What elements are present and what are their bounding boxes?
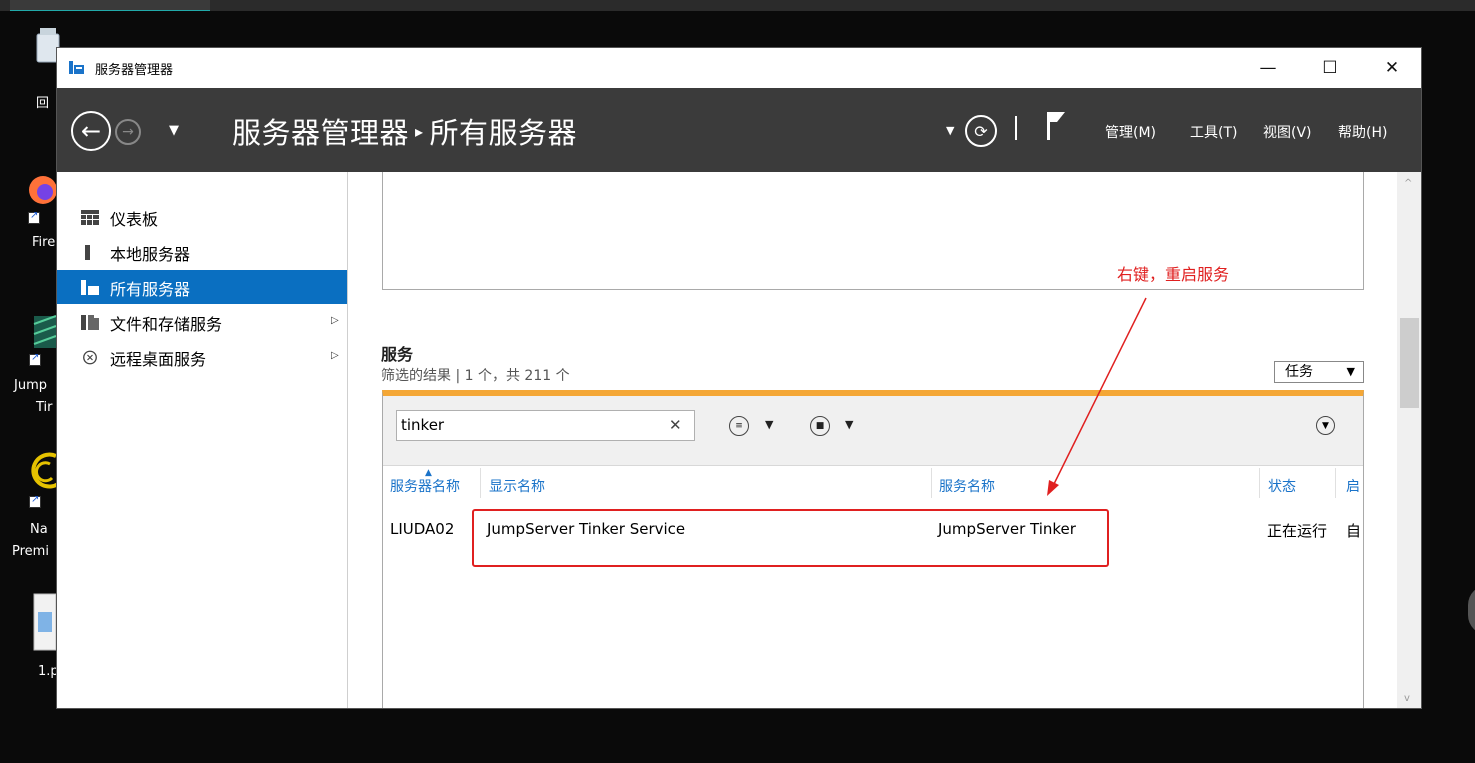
cell-status: 正在运行 <box>1267 522 1328 540</box>
annotation-text: 右键，重启服务 <box>1117 265 1230 284</box>
filter-bar: tinker ✕ ≡ ▼ ■ ▼ ▼ <box>383 396 1363 466</box>
dropdown-arrow-icon[interactable]: ▼ <box>765 418 773 431</box>
navigation-pane: 仪表板 本地服务器 所有服务器 文件和存储服务 ▷ 远程桌面服务 ▷ <box>57 172 348 708</box>
image-file-icon <box>33 593 57 651</box>
expand-arrow-icon[interactable]: ▷ <box>331 350 339 361</box>
maximize-button[interactable]: ☐ <box>1299 48 1361 88</box>
dropdown-arrow-icon: ▼ <box>1346 365 1355 378</box>
scrollbar-thumb[interactable] <box>1400 318 1419 408</box>
title-bar[interactable]: 服务器管理器 — ☐ ✕ <box>57 48 1421 88</box>
desktop-label: 回 <box>36 96 50 111</box>
close-button[interactable]: ✕ <box>1361 48 1421 88</box>
expand-chevron-icon[interactable]: ▼ <box>1316 416 1335 435</box>
expand-arrow-icon[interactable]: ▷ <box>331 315 339 326</box>
menu-manage[interactable]: 管理(M) <box>1105 122 1156 142</box>
column-header-service-name[interactable]: 服务名称 <box>939 476 995 496</box>
nav-item-local-server[interactable]: 本地服务器 <box>57 235 347 269</box>
window-title: 服务器管理器 <box>95 63 174 78</box>
firefox-icon <box>29 176 57 204</box>
menu-tools[interactable]: 工具(T) <box>1190 122 1237 142</box>
breadcrumb-separator: ▸ <box>415 122 424 141</box>
file-storage-icon <box>81 315 99 330</box>
vertical-scrollbar[interactable]: ^ v <box>1397 172 1421 708</box>
annotation-highlight-box <box>472 509 1109 567</box>
tasks-button[interactable]: 任务 ▼ <box>1274 361 1364 383</box>
filter-result-summary: 筛选的结果 | 1 个，共 211 个 <box>381 368 570 384</box>
nav-item-dashboard[interactable]: 仪表板 <box>57 200 347 234</box>
column-divider <box>1335 468 1336 498</box>
nav-item-label: 所有服务器 <box>110 280 191 299</box>
list-options-icon[interactable]: ≡ <box>729 416 749 436</box>
desktop-label: Jump <box>14 378 47 393</box>
dashboard-icon <box>81 210 99 225</box>
menu-help[interactable]: 帮助(H) <box>1338 122 1387 142</box>
history-dropdown-icon[interactable]: ▼ <box>169 123 179 138</box>
cell-start-type: 自 <box>1346 522 1362 540</box>
breadcrumb-root[interactable]: 服务器管理器 <box>232 116 409 150</box>
tasks-label: 任务 <box>1285 364 1313 380</box>
cell-server-name: LIUDA02 <box>390 520 455 538</box>
server-manager-app-icon <box>69 61 84 74</box>
breadcrumb-dropdown-icon[interactable]: ▼ <box>946 124 954 137</box>
column-divider <box>931 468 932 498</box>
breadcrumb-current: 所有服务器 <box>429 116 578 150</box>
remote-desktop-icon <box>83 350 97 365</box>
server-icon <box>85 245 90 260</box>
forward-arrow-icon[interactable]: → <box>115 119 141 145</box>
clear-filter-icon[interactable]: ✕ <box>669 416 682 434</box>
back-arrow-icon[interactable]: ← <box>71 111 111 151</box>
column-header-start-type[interactable]: 启 <box>1346 476 1360 496</box>
column-header-display-name[interactable]: 显示名称 <box>489 476 545 496</box>
nav-item-label: 仪表板 <box>110 210 159 229</box>
desktop-label: Fire <box>32 235 56 250</box>
services-grid: tinker ✕ ≡ ▼ ■ ▼ ▼ ▲ 服务器名称 显示名称 服务名称 状态 … <box>382 390 1364 708</box>
desktop-icon-premiere[interactable]: Na Premi <box>10 448 60 568</box>
server-manager-window: 服务器管理器 — ☐ ✕ ← → ▼ 服务器管理器 ▸ 所有服务器 ▼ ⟳ 管理(M… <box>56 47 1422 709</box>
desktop-label: Premi <box>12 544 49 559</box>
header-bar: ← → ▼ 服务器管理器 ▸ 所有服务器 ▼ ⟳ 管理(M) 工具(T) 视图(V)… <box>57 88 1421 172</box>
section-title: 服务 <box>381 345 414 364</box>
desktop-icon-file[interactable]: 1.p <box>30 592 59 682</box>
taskbar-top <box>0 0 1475 11</box>
divider <box>1015 116 1017 140</box>
column-header-server-name[interactable]: 服务器名称 <box>390 476 460 496</box>
refresh-icon[interactable]: ⟳ <box>965 115 997 147</box>
notification-flag-icon[interactable] <box>1045 110 1067 142</box>
scroll-down-icon[interactable]: v <box>1404 693 1410 704</box>
shortcut-icon <box>29 494 41 508</box>
column-header-status[interactable]: 状态 <box>1268 476 1296 496</box>
nav-item-label: 文件和存储服务 <box>110 315 223 334</box>
filter-input[interactable]: tinker <box>396 410 695 441</box>
servers-icon <box>81 280 99 295</box>
nav-item-remote-desktop[interactable]: 远程桌面服务 ▷ <box>57 340 347 374</box>
desktop-icon-firefox[interactable]: Fire <box>26 170 57 260</box>
shortcut-icon <box>28 210 40 224</box>
column-divider <box>1259 468 1260 498</box>
nav-item-file-storage[interactable]: 文件和存储服务 ▷ <box>57 305 347 339</box>
desktop-label: Na <box>30 522 48 537</box>
desktop-label: Tir <box>36 400 53 415</box>
shortcut-icon <box>29 352 41 366</box>
desktop-icon-jumpserver[interactable]: Jump Tir <box>10 312 57 422</box>
nav-item-label: 远程桌面服务 <box>110 350 207 369</box>
nav-item-all-servers[interactable]: 所有服务器 <box>57 270 347 304</box>
scroll-up-icon[interactable]: ^ <box>1404 178 1412 189</box>
column-divider <box>480 468 481 498</box>
menu-view[interactable]: 视图(V) <box>1263 122 1312 142</box>
minimize-button[interactable]: — <box>1237 48 1299 88</box>
nav-item-label: 本地服务器 <box>110 245 191 264</box>
save-query-icon[interactable]: ■ <box>810 416 830 436</box>
breadcrumb: 服务器管理器 ▸ 所有服务器 <box>232 110 577 152</box>
content-pane: 右键，重启服务 服务 筛选的结果 | 1 个，共 211 个 任务 ▼ tinke… <box>349 172 1397 708</box>
dropdown-arrow-icon[interactable]: ▼ <box>845 418 853 431</box>
active-tab-indicator <box>10 0 210 11</box>
floating-widget[interactable] <box>1468 585 1475 635</box>
